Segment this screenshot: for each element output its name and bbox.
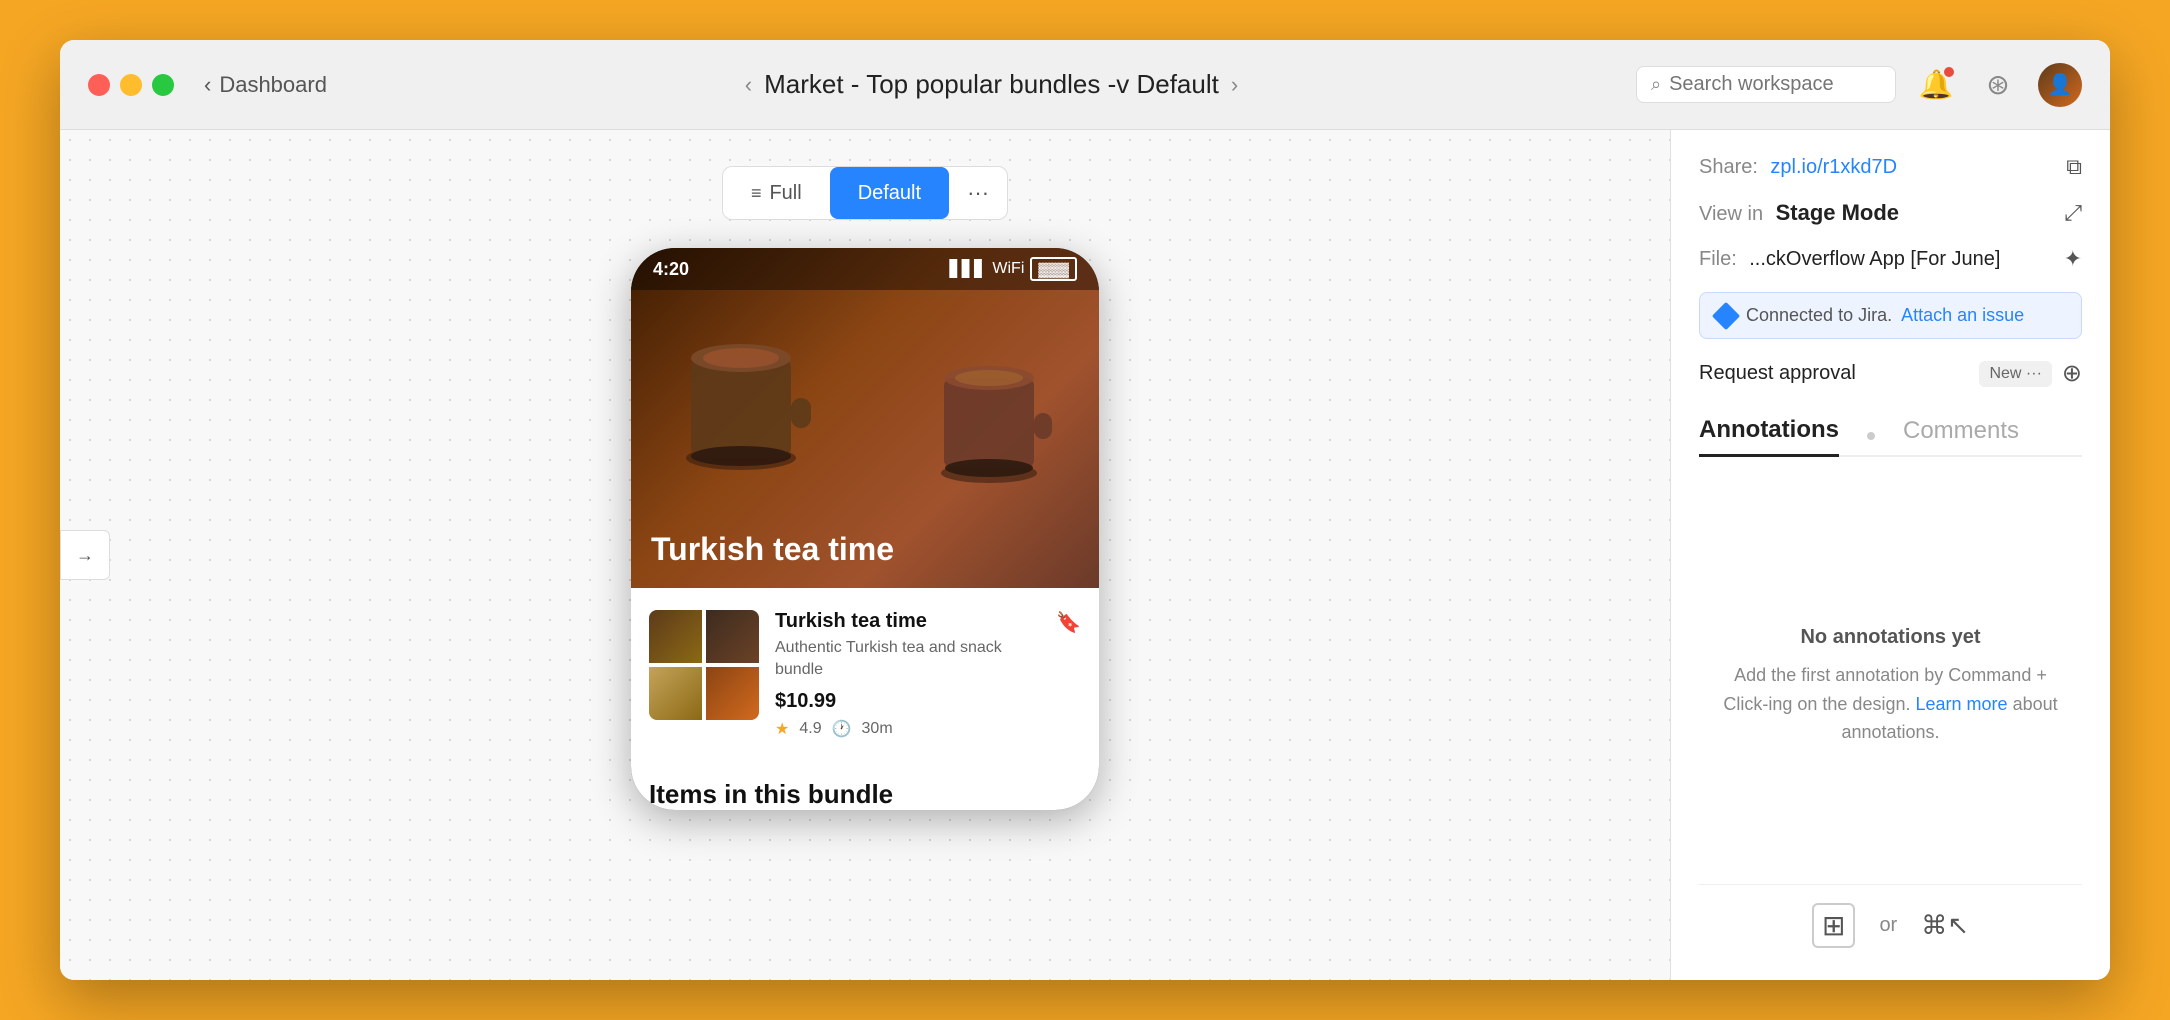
maximize-button[interactable] <box>152 74 174 96</box>
help-button[interactable]: ⊛ <box>1976 63 2020 107</box>
avatar[interactable]: 👤 <box>2038 63 2082 107</box>
stage-mode-row: View in Stage Mode ⤢ <box>1699 200 2082 226</box>
keyboard-shortcut-icon: ⌘↖ <box>1921 910 1969 941</box>
jira-badge: Connected to Jira. Attach an issue <box>1699 292 2082 339</box>
traffic-lights <box>88 74 174 96</box>
no-annotations-title: No annotations yet <box>1800 626 1980 649</box>
battery-icon: ▓▓▓ <box>1030 257 1077 281</box>
more-views-button[interactable]: ··· <box>949 167 1007 219</box>
search-input[interactable] <box>1669 73 1881 96</box>
product-name: Turkish tea time <box>775 610 1040 633</box>
share-label: Share: <box>1699 156 1758 178</box>
annotations-empty-state: No annotations yet Add the first annotat… <box>1699 489 2082 884</box>
dashboard-label[interactable]: Dashboard <box>219 72 327 98</box>
star-icon: ★ <box>775 719 789 739</box>
tea-cup-left-image <box>661 298 821 498</box>
hero-title: Turkish tea time <box>651 530 894 568</box>
status-time: 4:20 <box>653 259 689 280</box>
product-meta: ★ 4.9 🕐 30m <box>775 719 1040 739</box>
back-chevron-icon: ‹ <box>204 72 211 98</box>
search-bar[interactable]: ⌕ <box>1636 66 1896 103</box>
wifi-icon: WiFi <box>992 260 1024 278</box>
figma-file-icon[interactable]: ✦ <box>2064 246 2082 272</box>
search-icon: ⌕ <box>1651 74 1661 95</box>
back-nav[interactable]: ‹ Dashboard <box>204 72 327 98</box>
main-content: → ≡ Full Default ··· <box>60 130 2110 980</box>
approval-badge-text: New ··· <box>1989 365 2041 383</box>
hero-image: 4:20 ▋▋▋ WiFi ▓▓▓ <box>631 248 1099 588</box>
add-approval-button[interactable]: ⊕ <box>2062 359 2082 388</box>
jira-icon <box>1712 301 1740 329</box>
share-link[interactable]: zpl.io/r1xkd7D <box>1770 156 1897 178</box>
notification-badge <box>1942 65 1956 79</box>
app-window: ‹ Dashboard ‹ Market - Top popular bundl… <box>60 40 2110 980</box>
request-approval-row: Request approval New ··· ⊕ <box>1699 359 2082 388</box>
annotation-toolbar: ⊞ or ⌘↖ <box>1699 884 2082 956</box>
titlebar-right: ⌕ 🔔 ⊛ 👤 <box>1636 63 2082 107</box>
items-section: Items in this bundle <box>631 761 1099 810</box>
help-icon: ⊛ <box>1986 68 2009 101</box>
tab-comments[interactable]: Comments <box>1903 417 2019 455</box>
device-preview: 4:20 ▋▋▋ WiFi ▓▓▓ <box>631 248 1099 810</box>
stage-mode-label[interactable]: Stage Mode <box>1776 200 1899 225</box>
tab-annotations[interactable]: Annotations <box>1699 416 1839 457</box>
signal-icon: ▋▋▋ <box>949 259 986 279</box>
minimize-button[interactable] <box>120 74 142 96</box>
layers-icon: ≡ <box>751 183 762 204</box>
request-approval-label: Request approval <box>1699 362 1856 385</box>
view-in-label: View in <box>1699 203 1763 225</box>
right-panel: Share: zpl.io/r1xkd7D ⧉ View in Stage Mo… <box>1670 130 2110 980</box>
clock-icon: 🕐 <box>832 719 852 739</box>
collapse-panel-button[interactable]: → <box>60 530 110 580</box>
full-label: Full <box>769 182 801 205</box>
next-page-icon[interactable]: › <box>1231 72 1238 98</box>
product-row: Turkish tea time Authentic Turkish tea a… <box>649 610 1081 739</box>
share-row: Share: zpl.io/r1xkd7D ⧉ <box>1699 154 2082 180</box>
product-image-2 <box>706 610 759 663</box>
page-title: Market - Top popular bundles -v Default <box>764 69 1219 100</box>
jira-connected-text: Connected to Jira. Attach an issue <box>1746 305 2024 326</box>
canvas-panel: → ≡ Full Default ··· <box>60 130 1670 980</box>
bookmark-icon[interactable]: 🔖 <box>1056 610 1081 635</box>
attach-issue-link[interactable]: Attach an issue <box>1901 305 2024 325</box>
status-bar: 4:20 ▋▋▋ WiFi ▓▓▓ <box>631 248 1099 290</box>
stage-mode-icon[interactable]: ⤢ <box>2064 200 2082 226</box>
view-controls: ≡ Full Default ··· <box>722 166 1008 220</box>
titlebar: ‹ Dashboard ‹ Market - Top popular bundl… <box>60 40 2110 130</box>
product-image-3 <box>649 667 702 720</box>
approval-status-badge: New ··· <box>1979 361 2051 387</box>
product-image-1 <box>649 610 702 663</box>
file-label: File: <box>1699 248 1737 270</box>
tab-separator <box>1867 432 1875 440</box>
close-button[interactable] <box>88 74 110 96</box>
default-view-button[interactable]: Default <box>830 167 949 219</box>
or-label: or <box>1879 914 1897 937</box>
product-price: $10.99 <box>775 690 1040 713</box>
product-thumbnail-grid <box>649 610 759 720</box>
product-info: Turkish tea time Authentic Turkish tea a… <box>775 610 1040 739</box>
items-section-title: Items in this bundle <box>649 779 1081 810</box>
product-description: Authentic Turkish tea and snack bundle <box>775 637 1040 682</box>
file-row: File: ...ckOverflow App [For June] ✦ <box>1699 246 2082 272</box>
delivery-time: 30m <box>862 720 893 738</box>
annotations-hint: Add the first annotation by Command + Cl… <box>1719 661 2062 747</box>
prev-page-icon[interactable]: ‹ <box>745 72 752 98</box>
status-icons: ▋▋▋ WiFi ▓▓▓ <box>949 257 1077 281</box>
learn-more-link[interactable]: Learn more <box>1916 694 2008 714</box>
annotation-tabs: Annotations Comments <box>1699 416 2082 457</box>
approval-right: New ··· ⊕ <box>1979 359 2082 388</box>
tea-cup-right-image <box>919 328 1059 508</box>
add-annotation-button[interactable]: ⊞ <box>1812 903 1855 948</box>
default-label: Default <box>858 182 921 205</box>
product-image-4 <box>706 667 759 720</box>
product-card: Turkish tea time Authentic Turkish tea a… <box>631 588 1099 761</box>
copy-link-button[interactable]: ⧉ <box>2066 154 2082 180</box>
arrow-right-icon: → <box>76 545 94 566</box>
ellipsis-icon: ··· <box>967 180 989 206</box>
notifications-button[interactable]: 🔔 <box>1914 63 1958 107</box>
file-value: ...ckOverflow App [For June] <box>1749 248 2000 270</box>
product-rating: 4.9 <box>799 720 821 738</box>
titlebar-center: ‹ Market - Top popular bundles -v Defaul… <box>347 69 1636 100</box>
layers-view-button[interactable]: ≡ Full <box>723 167 830 219</box>
